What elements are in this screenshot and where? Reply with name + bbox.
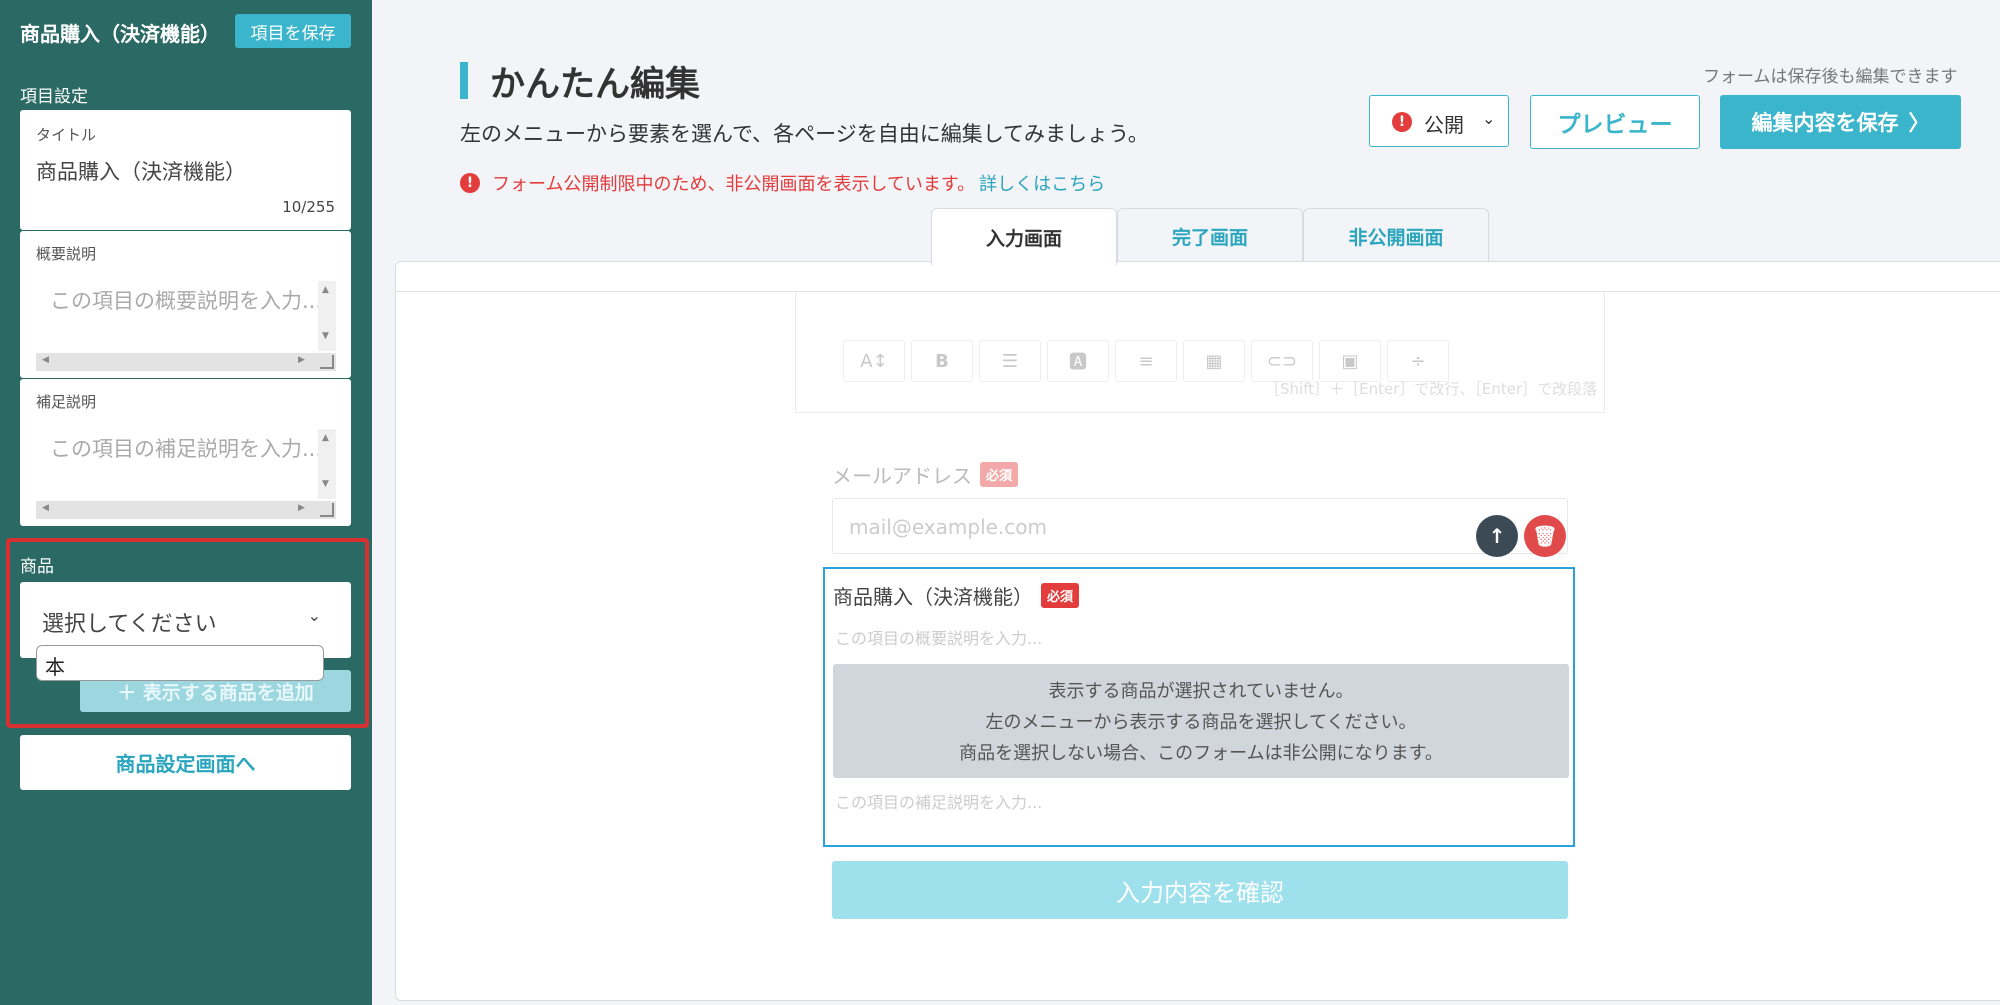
resize-grip-icon[interactable]: [320, 503, 334, 517]
email-label-text: メールアドレス: [832, 464, 972, 488]
confirm-input-button[interactable]: 入力内容を確認: [832, 861, 1568, 919]
required-badge: 必須: [980, 462, 1019, 487]
alert-icon: !: [1392, 112, 1412, 132]
product-select-value: 選択してください: [42, 612, 217, 637]
horizontal-scrollbar[interactable]: ◀ ▶: [36, 353, 336, 371]
warning-message: ! フォーム公開制限中のため、非公開画面を表示しています。 詳しくはこちら: [460, 170, 1105, 196]
dropdown-option[interactable]: 本: [36, 645, 324, 681]
char-counter: 10/255: [282, 198, 335, 216]
vertical-scrollbar[interactable]: ▲ ▼: [318, 281, 336, 351]
font-size-icon[interactable]: A↕: [843, 340, 905, 382]
details-link[interactable]: 詳しくはこちら: [979, 170, 1105, 196]
no-product-notice: 表示する商品が選択されていません。 左のメニューから表示する商品を選択してくださ…: [833, 664, 1569, 778]
field-title: 商品購入（決済機能） 必須: [833, 581, 1080, 610]
save-edits-button[interactable]: 編集内容を保存 〉: [1720, 95, 1961, 149]
toolbar-hint: ［Shift］＋［Enter］で改行、［Enter］で改段落: [1265, 380, 1598, 398]
supplement-card: 補足説明 この項目の補足説明を入力... ▲ ▼ ◀ ▶: [20, 379, 351, 526]
chevron-down-icon: ⌄: [307, 606, 321, 625]
notice-line: 表示する商品が選択されていません。: [1048, 681, 1354, 702]
divider: [395, 291, 2000, 292]
scroll-down-icon[interactable]: ▼: [322, 479, 329, 489]
email-field[interactable]: mail@example.com: [832, 498, 1568, 554]
scroll-down-icon[interactable]: ▼: [322, 331, 329, 341]
divider-icon[interactable]: ÷: [1387, 340, 1449, 382]
alert-icon: !: [460, 173, 480, 193]
email-placeholder: mail@example.com: [849, 515, 1048, 539]
field-title-text: 商品購入（決済機能）: [833, 585, 1033, 609]
selected-product-field[interactable]: 商品購入（決済機能） 必須 この項目の概要説明を入力... 表示する商品が選択さ…: [823, 567, 1575, 847]
sidebar: 商品購入（決済機能） 項目を保存 項目設定 タイトル 商品購入（決済機能） 10…: [0, 0, 372, 1005]
supplement-placeholder: この項目の補足説明を入力...: [50, 437, 320, 461]
tab-private[interactable]: 非公開画面: [1303, 208, 1489, 263]
title-accent-bar: [460, 62, 468, 99]
summary-label: 概要説明: [36, 245, 97, 263]
scroll-left-icon[interactable]: ◀: [42, 355, 49, 365]
trash-icon[interactable]: 🗑: [1524, 515, 1566, 557]
preview-button[interactable]: プレビュー: [1530, 95, 1700, 149]
publish-status-value: 公開: [1424, 113, 1464, 137]
table-icon[interactable]: ▦: [1183, 340, 1245, 382]
bold-icon[interactable]: B: [911, 340, 973, 382]
required-badge: 必須: [1041, 583, 1080, 608]
page-subtitle: 左のメニューから要素を選んで、各ページを自由に編集してみましょう。: [460, 122, 1149, 146]
image-icon[interactable]: ▣: [1319, 340, 1381, 382]
text-color-icon[interactable]: 🅰: [1047, 340, 1109, 382]
vertical-scrollbar[interactable]: ▲ ▼: [318, 429, 336, 499]
product-label: 商品: [20, 557, 54, 577]
chevron-down-icon: ⌄: [1482, 109, 1496, 128]
title-card: タイトル 商品購入（決済機能） 10/255: [20, 110, 351, 230]
supplement-label: 補足説明: [36, 393, 97, 411]
notice-line: 商品を選択しない場合、このフォームは非公開になります。: [959, 743, 1443, 764]
resize-grip-icon[interactable]: [320, 355, 334, 369]
scroll-left-icon[interactable]: ◀: [42, 503, 49, 513]
scroll-up-icon[interactable]: ▲: [322, 433, 329, 443]
publish-status-select[interactable]: ! 公開 ⌄: [1369, 95, 1509, 147]
summary-placeholder[interactable]: この項目の概要説明を入力...: [835, 625, 1042, 649]
summary-placeholder: この項目の概要説明を入力...: [50, 289, 320, 313]
sidebar-title: 商品購入（決済機能）: [20, 22, 220, 46]
scroll-right-icon[interactable]: ▶: [298, 503, 305, 513]
save-item-button[interactable]: 項目を保存: [235, 14, 351, 48]
goto-product-settings-button[interactable]: 商品設定画面へ: [20, 735, 351, 790]
summary-textarea[interactable]: この項目の概要説明を入力... ▲ ▼ ◀ ▶: [36, 281, 336, 371]
title-input[interactable]: 商品購入（決済機能）: [36, 156, 246, 186]
section-label: 項目設定: [20, 87, 88, 107]
supplement-placeholder[interactable]: この項目の補足説明を入力...: [835, 789, 1042, 813]
supplement-textarea[interactable]: この項目の補足説明を入力... ▲ ▼ ◀ ▶: [36, 429, 336, 519]
save-note: フォームは保存後も編集できます: [1703, 67, 1958, 87]
chevron-right-icon: 〉: [1908, 111, 1930, 135]
notice-line: 左のメニューから表示する商品を選択してください。: [985, 712, 1417, 733]
link-icon[interactable]: ⊂⊃: [1251, 340, 1313, 382]
title-label: タイトル: [36, 126, 97, 144]
list-icon[interactable]: ☰: [979, 340, 1041, 382]
summary-card: 概要説明 この項目の概要説明を入力... ▲ ▼ ◀ ▶: [20, 231, 351, 378]
scroll-right-icon[interactable]: ▶: [298, 355, 305, 365]
warning-text: フォーム公開制限中のため、非公開画面を表示しています。: [492, 174, 976, 195]
tab-input[interactable]: 入力画面: [931, 208, 1117, 265]
move-up-icon[interactable]: ↑: [1476, 515, 1518, 557]
page-title: かんたん編集: [490, 65, 701, 105]
scroll-up-icon[interactable]: ▲: [322, 285, 329, 295]
email-field-label: メールアドレス 必須: [832, 460, 1019, 489]
align-icon[interactable]: ≡: [1115, 340, 1177, 382]
save-edits-label: 編集内容を保存: [1751, 111, 1899, 135]
horizontal-scrollbar[interactable]: ◀ ▶: [36, 501, 336, 519]
tab-complete[interactable]: 完了画面: [1117, 208, 1303, 263]
